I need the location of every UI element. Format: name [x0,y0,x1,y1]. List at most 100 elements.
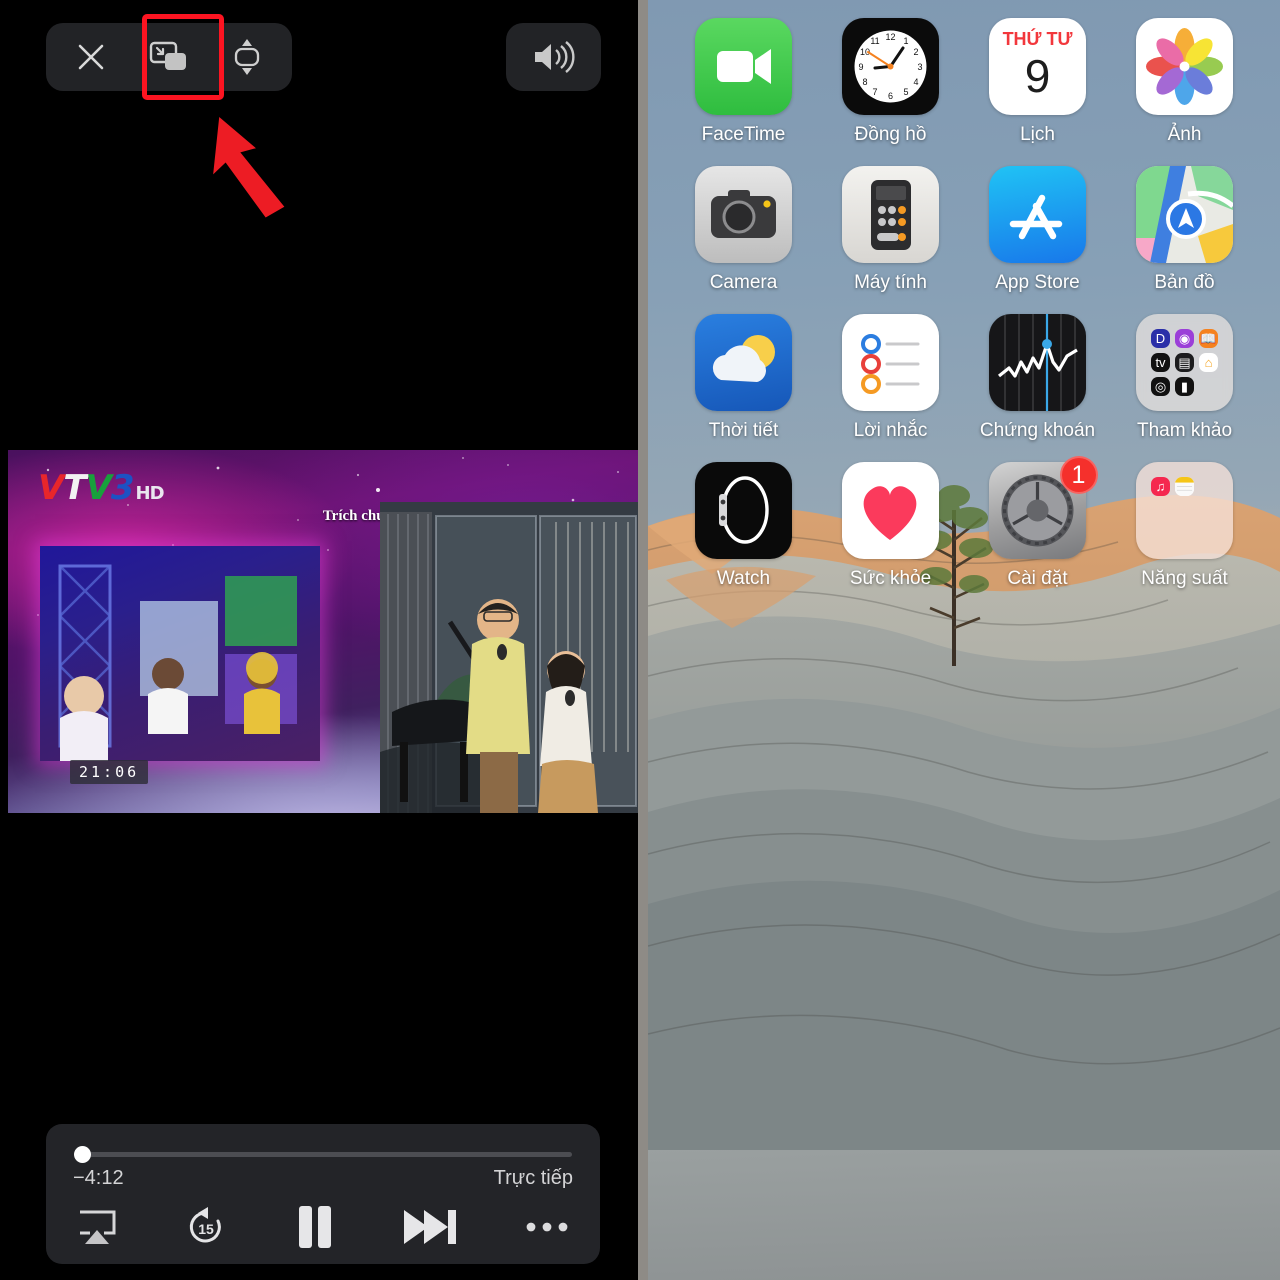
mini-music-icon: ♫ [1151,477,1170,496]
skip-forward-button[interactable] [402,1206,458,1248]
app-label: Bản đồ [1154,272,1215,293]
fast-forward-icon [404,1210,456,1244]
clock-glyph: 12 12 345 678 91011 [854,30,927,103]
photos-glyph [1146,28,1223,105]
calendar-daynumber: 9 [1024,50,1051,102]
svg-text:5: 5 [903,87,908,97]
app-settings[interactable]: 1 Cài đặt [982,456,1098,590]
stocks-icon [989,314,1086,411]
airplay-button[interactable] [76,1208,118,1246]
more-options-button[interactable] [524,1219,570,1235]
svg-text:9: 9 [858,62,863,72]
app-clock[interactable]: 12 1 2 345 678 9 10 11 Đồng hồ [835,18,947,146]
ios-home-screen: FaceTime 12 1 2 345 678 9 10 11 Đồng hồ … [648,0,1280,1280]
app-label: Watch [716,568,771,589]
scrubber-track[interactable] [82,1152,572,1157]
scrubber[interactable] [70,1146,576,1163]
heart-icon [863,486,917,540]
mini-notes-icon [1175,477,1194,496]
time-row: −4:12 Trực tiếp [70,1167,576,1190]
app-reminders[interactable]: Lời nhắc [835,314,947,442]
app-camera[interactable]: Camera [688,166,800,294]
calculator-icon [842,166,939,263]
app-watch[interactable]: Watch [688,462,800,590]
app-folder-reference[interactable]: D ◉ 📖 tv ▤ ⌂ ◎ ▮ Tham khảo [1129,314,1241,442]
volume-button[interactable] [506,23,601,91]
app-stocks[interactable]: Chứng khoán [979,314,1096,442]
screenshot-root: VTV3HD Trích chương trình "Chia sẻ để gắ… [0,0,1280,1280]
appstore-glyph [1009,194,1063,240]
mini-books-icon: 📖 [1199,329,1218,348]
calendar-icon: THỨ TƯ 9 [989,18,1086,115]
close-button[interactable] [52,23,130,91]
app-label: Lịch [1020,124,1055,145]
svg-text:7: 7 [872,87,877,97]
stocks-glyph [998,314,1078,411]
mini-voicememos-icon: ▮ [1175,377,1194,396]
current-time-label: −4:12 [73,1167,124,1189]
airplay-icon [80,1210,116,1244]
app-grid: FaceTime 12 1 2 345 678 9 10 11 Đồng hồ … [648,0,1280,610]
player-controls-bar: −4:12 Trực tiếp 15 [46,1124,600,1264]
mini-home-icon: ⌂ [1199,353,1218,372]
mini-empty [1199,525,1218,544]
skip-back-15-button[interactable]: 15 [184,1205,228,1249]
inner-scene-right [380,502,638,813]
scrubber-knob[interactable] [74,1146,91,1163]
vtv3-logo: V T V 3 HD [38,468,165,508]
svg-text:2: 2 [913,47,918,57]
app-calendar[interactable]: THỨ TƯ 9 Lịch [982,18,1094,146]
app-row-2: Camera Máy tính App Store Bản đồ [648,166,1280,294]
room-scene [380,502,638,813]
folder-icon: ♫ [1136,462,1233,559]
facetime-glyph [717,49,771,84]
pip-highlight-box [142,14,224,100]
mini-empty [1151,525,1170,544]
ellipsis-icon [526,1222,568,1232]
mini-appletv-icon: tv [1151,353,1170,372]
video-timestamp: 21:06 [70,760,149,784]
mini-fitness-icon: ◎ [1151,377,1170,396]
app-row-4: Watch Sức khỏe 1 Cài đặt ♫ Năng suất [648,456,1280,590]
calendar-dayname: THỨ TƯ [1002,29,1073,49]
video-frame[interactable]: VTV3HD Trích chương trình "Chia sẻ để gắ… [8,450,638,813]
clock-icon: 12 1 2 345 678 9 10 11 [842,18,939,115]
app-maps[interactable]: Bản đồ [1129,166,1241,294]
video-player-panel: VTV3HD Trích chương trình "Chia sẻ để gắ… [0,0,638,1280]
svg-text:8: 8 [862,77,867,87]
mini-dictionary-icon: D [1151,329,1170,348]
app-health[interactable]: Sức khỏe [835,462,947,590]
watch-glyph [719,476,769,544]
app-label: Ảnh [1167,124,1202,145]
mini-empty [1199,477,1218,496]
svg-text:11: 11 [870,36,879,46]
app-label: Lời nhắc [853,420,928,441]
app-calculator[interactable]: Máy tính [835,166,947,294]
app-label: Sức khỏe [849,568,932,589]
calculator-glyph [871,180,911,250]
app-label: Đồng hồ [854,124,927,145]
svg-text:15: 15 [198,1221,214,1237]
weather-glyph [712,335,775,382]
folder-icon: D ◉ 📖 tv ▤ ⌂ ◎ ▮ [1136,314,1233,411]
maps-icon [1136,166,1233,263]
svg-text:12: 12 [885,32,895,42]
app-label: Năng suất [1141,568,1228,589]
app-weather[interactable]: Thời tiết [688,314,800,442]
app-appstore[interactable]: App Store [982,166,1094,294]
red-arrow-annotation [213,116,285,218]
mini-podcasts-icon: ◉ [1175,329,1194,348]
mini-empty [1199,377,1218,396]
rewind-15-icon: 15 [189,1207,221,1243]
app-label: Chứng khoán [979,420,1096,441]
app-label: App Store [995,272,1080,293]
app-facetime[interactable]: FaceTime [688,18,800,146]
app-label: Tham khảo [1136,420,1233,441]
app-row-1: FaceTime 12 1 2 345 678 9 10 11 Đồng hồ … [648,18,1280,146]
expand-collapse-icon [234,39,260,75]
facetime-icon [695,18,792,115]
app-photos[interactable]: Ảnh [1129,18,1241,146]
play-pause-button[interactable] [294,1203,336,1251]
photos-icon [1136,18,1233,115]
app-folder-productivity[interactable]: ♫ Năng suất [1129,462,1241,590]
